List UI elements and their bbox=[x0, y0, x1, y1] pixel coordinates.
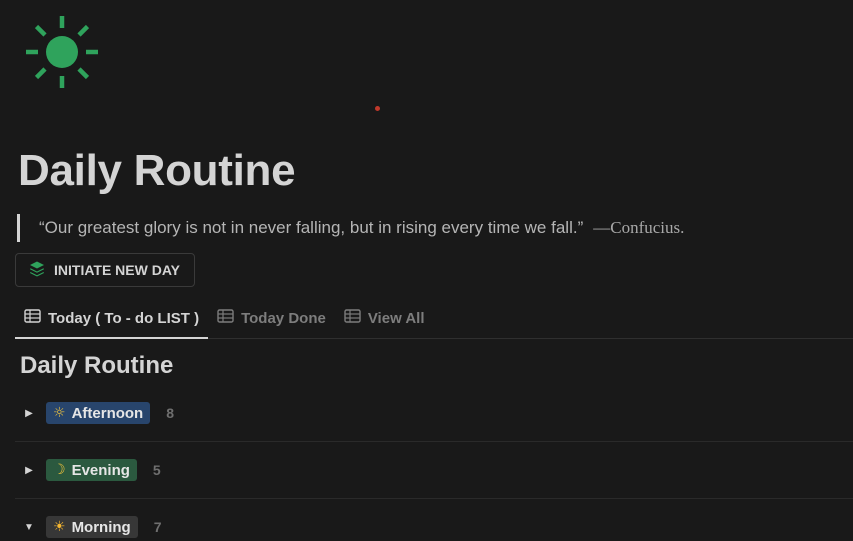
view-tabs: Today ( To - do LIST ) Today Done View A… bbox=[15, 298, 853, 339]
expanded-triangle-icon[interactable]: ▼ bbox=[22, 520, 36, 534]
initiate-new-day-label: INITIATE NEW DAY bbox=[54, 262, 181, 278]
group-tag-afternoon[interactable]: ☼ Afternoon bbox=[46, 402, 151, 424]
tab-label: Today ( To - do LIST ) bbox=[48, 309, 200, 327]
moon-icon: ☽ bbox=[53, 462, 66, 478]
page-title: Daily Routine bbox=[18, 146, 296, 195]
sun-icon[interactable] bbox=[24, 14, 100, 90]
table-icon bbox=[344, 309, 361, 327]
tab-view-all[interactable]: View All bbox=[335, 298, 434, 338]
table-icon bbox=[217, 309, 234, 327]
quote-author: —Confucius. bbox=[593, 218, 685, 237]
collapsed-triangle-icon[interactable]: ▶ bbox=[22, 463, 36, 477]
sun-outline-icon: ☼ bbox=[53, 405, 66, 421]
view-title: Daily Routine bbox=[20, 352, 174, 379]
group-count: 8 bbox=[166, 405, 175, 421]
tab-label: Today Done bbox=[241, 309, 326, 327]
table-icon bbox=[24, 309, 41, 327]
quote-block: “Our greatest glory is not in never fall… bbox=[17, 214, 684, 242]
page: Daily Routine “Our greatest glory is not… bbox=[0, 0, 853, 541]
collapsed-triangle-icon[interactable]: ▶ bbox=[22, 406, 36, 420]
tab-today-todo[interactable]: Today ( To - do LIST ) bbox=[15, 298, 209, 339]
quote-text: “Our greatest glory is not in never fall… bbox=[39, 218, 584, 237]
group-name: Evening bbox=[71, 461, 130, 479]
tab-today-done[interactable]: Today Done bbox=[208, 298, 335, 338]
group-row-morning: ▼ ☀ Morning 7 bbox=[15, 499, 853, 541]
group-row-evening: ▶ ☽ Evening 5 bbox=[15, 442, 853, 499]
sun-icon: ☀ bbox=[53, 519, 66, 535]
tab-label: View All bbox=[367, 309, 425, 327]
group-count: 7 bbox=[153, 519, 162, 535]
group-row-afternoon: ▶ ☼ Afternoon 8 bbox=[15, 385, 853, 442]
cursor-dot bbox=[375, 106, 380, 111]
group-name: Morning bbox=[71, 518, 131, 536]
group-tag-morning[interactable]: ☀ Morning bbox=[46, 516, 138, 538]
layers-icon bbox=[28, 260, 46, 281]
group-name: Afternoon bbox=[71, 404, 144, 422]
group-tag-evening[interactable]: ☽ Evening bbox=[46, 459, 137, 481]
group-count: 5 bbox=[152, 462, 161, 478]
initiate-new-day-button[interactable]: INITIATE NEW DAY bbox=[15, 253, 196, 287]
